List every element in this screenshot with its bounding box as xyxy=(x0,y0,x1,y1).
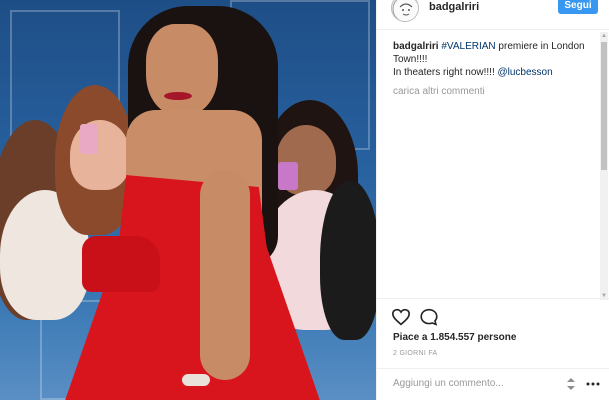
subject-arm xyxy=(200,170,250,380)
scrollbar-thumb[interactable] xyxy=(601,42,607,170)
add-comment-input[interactable] xyxy=(393,376,543,390)
comment-icon[interactable] xyxy=(419,308,439,326)
caption-mention[interactable]: @lucbesson xyxy=(498,67,553,78)
load-more-comments-link[interactable]: carica altri commenti xyxy=(393,85,593,98)
subject-lips xyxy=(164,92,192,100)
comments-list: badgalriri #VALERIAN premiere in London … xyxy=(393,40,593,98)
avatar[interactable] xyxy=(391,0,419,22)
add-comment-bar xyxy=(377,368,609,400)
post-actions: Piace a 1.854.557 persone 2 GIORNI FA xyxy=(377,298,609,358)
heart-icon[interactable] xyxy=(391,308,411,326)
follow-button[interactable]: Segui xyxy=(558,0,598,14)
scroll-up-arrow-icon[interactable]: ▲ xyxy=(600,32,608,40)
subject-bracelet xyxy=(182,374,210,386)
caption-hashtag[interactable]: #VALERIAN xyxy=(441,41,495,52)
subject-face xyxy=(146,24,218,116)
phone xyxy=(278,162,298,190)
caption: badgalriri #VALERIAN premiere in London … xyxy=(393,40,593,79)
dots-icon[interactable] xyxy=(585,377,601,391)
crowd-person xyxy=(320,180,376,340)
header-username[interactable]: badgalriri xyxy=(429,1,479,13)
subject-clutch xyxy=(82,236,160,292)
post-sidebar: badgalriri Segui badgalriri #VALERIAN pr… xyxy=(376,0,609,400)
post-photo[interactable] xyxy=(0,0,376,400)
updown-icon[interactable] xyxy=(565,377,577,391)
post-header: badgalriri Segui xyxy=(377,0,609,30)
crowd-person xyxy=(70,120,130,190)
likes-count[interactable]: Piace a 1.854.557 persone xyxy=(393,332,516,343)
caption-line2: In theaters right now!!!! xyxy=(393,67,498,78)
avatar-image-icon xyxy=(392,0,418,21)
comments-scrollbar[interactable]: ▲ ▼ xyxy=(600,32,608,300)
post-timestamp: 2 GIORNI FA xyxy=(393,350,438,357)
phone xyxy=(80,124,98,154)
caption-author[interactable]: badgalriri xyxy=(393,41,439,52)
